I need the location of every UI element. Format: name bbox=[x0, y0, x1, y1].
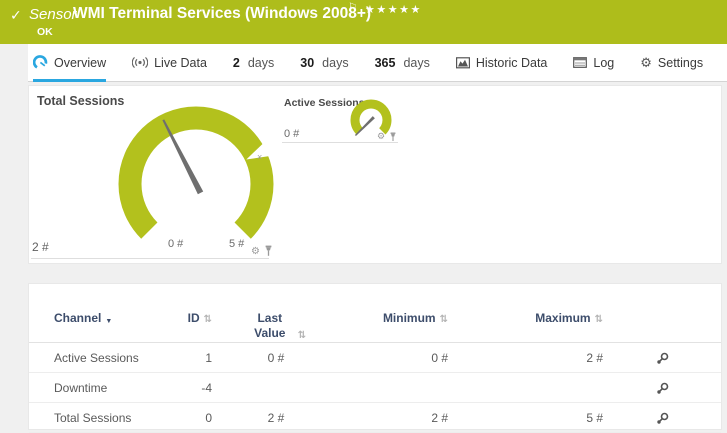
tab-label: Historic Data bbox=[475, 55, 548, 70]
cell-minimum: 0 # bbox=[431, 350, 448, 365]
tab-label: Settings bbox=[657, 55, 704, 70]
gauge-settings-gear-icon[interactable]: ⚙ bbox=[251, 246, 260, 257]
gauge-scale-max: 5 # bbox=[229, 238, 245, 250]
channel-settings-button[interactable] bbox=[603, 410, 721, 424]
tab-number: 2 bbox=[232, 55, 240, 70]
broadcast-icon bbox=[132, 56, 149, 69]
divider bbox=[282, 142, 398, 143]
cell-channel: Active Sessions bbox=[54, 350, 139, 365]
gauge-scale-min: 0 # bbox=[168, 238, 184, 250]
total-sessions-gauge: × bbox=[118, 106, 275, 239]
cell-id: -4 bbox=[201, 380, 212, 395]
cell-channel: Downtime bbox=[54, 380, 108, 395]
tab-bar: Overview Live Data 2 days 30 days 365 da… bbox=[28, 44, 727, 82]
channel-settings-icon bbox=[656, 412, 668, 424]
column-header-id[interactable]: ID ⇅ bbox=[179, 311, 212, 325]
gear-icon: ⚙ bbox=[640, 54, 652, 70]
divider bbox=[31, 258, 269, 259]
cell-last-value: 0 # bbox=[267, 350, 285, 365]
column-header-maximum[interactable]: Maximum ⇅ bbox=[448, 311, 603, 325]
column-label: Last Value bbox=[254, 311, 286, 340]
tab-log[interactable]: Log bbox=[573, 44, 614, 82]
channel-settings-button[interactable] bbox=[603, 350, 721, 364]
priority-flag-icon[interactable]: ⚐ bbox=[348, 2, 357, 13]
tab-number: 30 bbox=[300, 55, 315, 70]
gauge-arc bbox=[350, 99, 392, 135]
tab-historic-data[interactable]: Historic Data bbox=[455, 44, 548, 82]
sensor-kind-label: Sensor bbox=[29, 6, 77, 23]
tab-label: Overview bbox=[54, 55, 107, 70]
log-icon bbox=[573, 57, 588, 68]
tab-label: Live Data bbox=[154, 55, 207, 70]
total-gauge-tools: ⚙ bbox=[251, 245, 273, 257]
sort-icon[interactable]: ⇅ bbox=[204, 314, 212, 325]
cell-id: 1 bbox=[205, 350, 212, 365]
column-header-minimum[interactable]: Minimum ⇅ bbox=[340, 311, 448, 325]
cell-id: 0 bbox=[205, 410, 212, 425]
gauge-icon bbox=[33, 55, 48, 69]
pin-icon[interactable] bbox=[264, 245, 273, 257]
table-row[interactable]: Downtime -4 bbox=[29, 373, 721, 403]
column-label: Minimum bbox=[382, 311, 436, 325]
sensor-header-bar: ✓ Sensor WMI Terminal Services (Windows … bbox=[0, 0, 727, 44]
cell-maximum: 2 # bbox=[586, 350, 603, 365]
gauges-panel: Total Sessions × 0 # 5 # 2 # ⚙ Active Se… bbox=[28, 85, 722, 264]
tab-number: 365 bbox=[374, 55, 396, 70]
tab-label: days bbox=[247, 55, 275, 70]
channel-settings-button[interactable] bbox=[603, 380, 721, 394]
cell-last-value: 2 # bbox=[267, 410, 285, 425]
active-gauge-tools: ⚙ bbox=[377, 131, 397, 142]
column-header-channel[interactable]: Channel ▼ bbox=[29, 311, 179, 325]
pin-icon[interactable] bbox=[389, 132, 397, 142]
status-check-icon: ✓ bbox=[10, 7, 22, 23]
tab-30-days[interactable]: 30 days bbox=[300, 44, 348, 82]
status-badge: OK bbox=[37, 26, 53, 38]
sort-icon[interactable]: ⇅ bbox=[595, 314, 603, 325]
gauge-arc bbox=[118, 106, 274, 239]
priority-stars[interactable]: ★★★★★ bbox=[365, 3, 422, 16]
column-label: Channel bbox=[54, 311, 102, 325]
cell-minimum: 2 # bbox=[431, 410, 448, 425]
column-label: Maximum bbox=[535, 311, 591, 325]
column-header-last-value[interactable]: Last Value ⇅ bbox=[212, 311, 340, 341]
sort-icon[interactable]: ⇅ bbox=[440, 314, 448, 325]
cell-channel: Total Sessions bbox=[54, 410, 132, 425]
tab-label: days bbox=[403, 55, 430, 70]
tab-365-days[interactable]: 365 days bbox=[375, 44, 430, 82]
gauge-settings-gear-icon[interactable]: ⚙ bbox=[377, 131, 385, 142]
active-sessions-current-value: 0 # bbox=[284, 128, 300, 140]
table-header-row: Channel ▼ ID ⇅ Last Value ⇅ Minimum ⇅ Maximu… bbox=[29, 284, 721, 343]
channel-settings-icon bbox=[656, 382, 668, 394]
sort-icon[interactable]: ⇅ bbox=[298, 330, 306, 341]
tab-settings[interactable]: ⚙ Settings bbox=[640, 44, 703, 82]
tab-label: Log bbox=[593, 55, 615, 70]
channels-table-panel: Channel ▼ ID ⇅ Last Value ⇅ Minimum ⇅ Maximu… bbox=[28, 283, 722, 433]
table-row[interactable]: Total Sessions 0 2 # 2 # 5 # bbox=[29, 403, 721, 433]
channel-settings-icon bbox=[656, 352, 668, 364]
total-sessions-current-value: 2 # bbox=[32, 240, 49, 254]
column-label: ID bbox=[187, 311, 200, 325]
gauge-marker-x: × bbox=[257, 152, 262, 162]
tab-2-days[interactable]: 2 days bbox=[233, 44, 274, 82]
sort-desc-icon[interactable]: ▼ bbox=[105, 318, 112, 325]
tab-overview[interactable]: Overview bbox=[33, 44, 107, 82]
tab-live-data[interactable]: Live Data bbox=[132, 44, 207, 82]
chart-icon bbox=[455, 56, 470, 68]
table-row[interactable]: Active Sessions 1 0 # 0 # 2 # bbox=[29, 343, 721, 373]
tab-label: days bbox=[322, 55, 349, 70]
page-title: WMI Terminal Services (Windows 2008+) bbox=[73, 5, 372, 22]
cell-maximum: 5 # bbox=[586, 410, 603, 425]
